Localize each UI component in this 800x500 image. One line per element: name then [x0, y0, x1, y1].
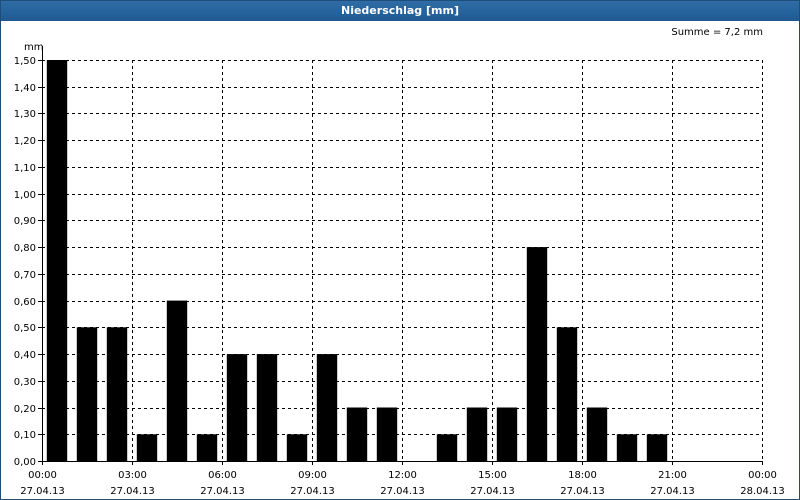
bar — [646, 434, 668, 461]
bar — [106, 327, 128, 461]
x-tick-date-label: 27.04.13 — [20, 486, 65, 497]
y-tick-label: 1,10 — [14, 163, 36, 174]
y-tick-labels: 0,00 0,10 0,20 0,30 0,40 0,50 0,60 0,70 0,80 0,90… — [14, 56, 36, 468]
y-tick-label: 1,40 — [14, 83, 36, 94]
bar — [496, 407, 518, 461]
y-tick-label: 0,40 — [14, 350, 36, 361]
bar — [526, 247, 548, 461]
bar — [376, 407, 398, 461]
y-tick-label: 0,60 — [14, 297, 36, 308]
x-tick-date-label: 27.04.13 — [560, 486, 605, 497]
x-tick-date-label: 27.04.13 — [650, 486, 695, 497]
bar — [76, 327, 98, 461]
x-tick-time-label: 00:00 — [28, 470, 57, 481]
x-tick-date-label: 28.04.13 — [740, 486, 785, 497]
x-tick-labels: 00:00 27.04.13 03:00 27.04.13 06:00 27.04.13 0… — [20, 470, 785, 497]
grid-lines — [42, 60, 763, 461]
y-tick-label: 1,50 — [14, 56, 36, 67]
y-tick-label: 0,00 — [14, 457, 36, 468]
x-tick-time-label: 21:00 — [658, 470, 687, 481]
y-tick-label: 0,20 — [14, 404, 36, 415]
bar — [196, 434, 218, 461]
y-tick-label: 0,80 — [14, 243, 36, 254]
bar — [616, 434, 638, 461]
bar — [586, 407, 608, 461]
x-tick-date-label: 27.04.13 — [380, 486, 425, 497]
bar — [286, 434, 308, 461]
bars — [46, 60, 668, 461]
x-tick-time-label: 12:00 — [388, 470, 417, 481]
x-tick-time-label: 15:00 — [478, 470, 507, 481]
y-tick-label: 1,30 — [14, 109, 36, 120]
bar — [226, 354, 248, 461]
x-tick-date-label: 27.04.13 — [200, 486, 245, 497]
bar — [316, 354, 338, 461]
y-tick-label: 0,30 — [14, 377, 36, 388]
bar — [556, 327, 578, 461]
x-tick-time-label: 06:00 — [208, 470, 237, 481]
y-tick-label: 0,70 — [14, 270, 36, 281]
precipitation-chart: mm 0,000,100,200,300,400,500,600,700,800… — [14, 42, 785, 497]
bar — [466, 407, 488, 461]
bar — [46, 60, 68, 461]
bar — [256, 354, 278, 461]
y-tick-label: 0,10 — [14, 430, 36, 441]
x-tick-date-label: 27.04.13 — [110, 486, 155, 497]
y-tick-label: 1,00 — [14, 190, 36, 201]
bar — [136, 434, 158, 461]
x-tick-time-label: 03:00 — [118, 470, 147, 481]
x-tick-time-label: 09:00 — [298, 470, 327, 481]
x-tick-time-label: 00:00 — [748, 470, 777, 481]
y-tick-label: 1,20 — [14, 136, 36, 147]
y-tick-label: 0,50 — [14, 323, 36, 334]
y-tick-label: 0,90 — [14, 216, 36, 227]
axes — [38, 46, 763, 465]
x-tick-date-label: 27.04.13 — [470, 486, 515, 497]
bar — [346, 407, 368, 461]
bar — [436, 434, 458, 461]
x-tick-date-label: 27.04.13 — [290, 486, 335, 497]
bar — [166, 300, 188, 461]
y-axis-unit: mm — [24, 42, 43, 53]
x-tick-time-label: 18:00 — [568, 470, 597, 481]
